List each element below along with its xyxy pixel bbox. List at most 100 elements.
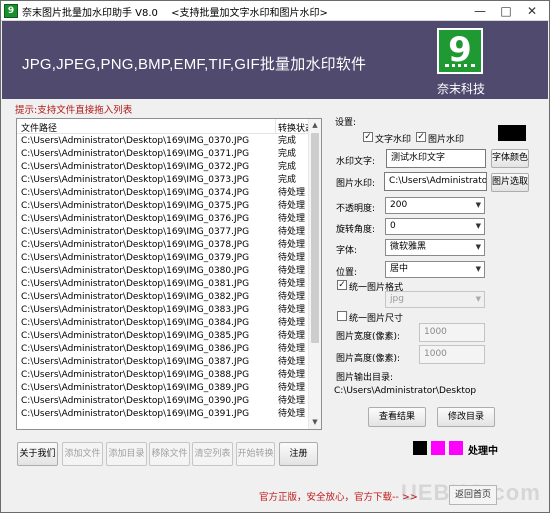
- height-label: 图片高度(像素):: [336, 354, 401, 364]
- file-path-cell: C:\Users\Administrator\Desktop\169\IMG_0…: [21, 331, 250, 341]
- status-cell: 待处理: [278, 292, 306, 302]
- table-row[interactable]: C:\Users\Administrator\Desktop\169\IMG_0…: [17, 304, 309, 317]
- clear-list-button[interactable]: 清空列表: [192, 442, 233, 466]
- scroll-down-arrow-icon[interactable]: ▼: [309, 416, 321, 429]
- file-path-cell: C:\Users\Administrator\Desktop\169\IMG_0…: [21, 396, 250, 406]
- start-convert-button[interactable]: 开始转换: [236, 442, 275, 466]
- status-cell: 待处理: [278, 188, 306, 198]
- height-input[interactable]: 1000: [419, 345, 485, 364]
- banner-heading: JPG,JPEG,PNG,BMP,EMF,TIF,GIF批量加水印软件: [22, 56, 367, 73]
- output-dir-label: 图片输出目录:: [336, 373, 394, 383]
- window-title: 奈末图片批量加水印助手 V8.0 <支持批量加文字水印和图片水印>: [22, 8, 328, 19]
- file-path-cell: C:\Users\Administrator\Desktop\169\IMG_0…: [21, 214, 250, 224]
- header-banner: JPG,JPEG,PNG,BMP,EMF,TIF,GIF批量加水印软件 9 奈末…: [2, 21, 548, 99]
- output-dir-value[interactable]: C:\Users\Administrator\Desktop: [332, 383, 528, 402]
- opacity-select[interactable]: 200 ▼: [385, 197, 485, 214]
- back-home-button[interactable]: 返回首页: [449, 485, 497, 505]
- maximize-button[interactable]: □: [495, 3, 517, 19]
- table-row[interactable]: C:\Users\Administrator\Desktop\169\IMG_0…: [17, 161, 309, 174]
- text-watermark-checkbox[interactable]: ✓: [363, 132, 373, 142]
- table-row[interactable]: C:\Users\Administrator\Desktop\169\IMG_0…: [17, 135, 309, 148]
- table-row[interactable]: C:\Users\Administrator\Desktop\169\IMG_0…: [17, 174, 309, 187]
- file-path-cell: C:\Users\Administrator\Desktop\169\IMG_0…: [21, 266, 250, 276]
- table-row[interactable]: C:\Users\Administrator\Desktop\169\IMG_0…: [17, 330, 309, 343]
- add-directory-button[interactable]: 添加目录: [106, 442, 147, 466]
- unify-format-checkbox[interactable]: ✓: [337, 280, 347, 290]
- title-bar: 9 奈末图片批量加水印助手 V8.0 <支持批量加文字水印和图片水印> — □ …: [1, 1, 549, 21]
- table-row[interactable]: C:\Users\Administrator\Desktop\169\IMG_0…: [17, 200, 309, 213]
- table-row[interactable]: C:\Users\Administrator\Desktop\169\IMG_0…: [17, 278, 309, 291]
- chevron-down-icon: ▼: [475, 243, 481, 251]
- image-pick-button[interactable]: 图片选取: [491, 173, 529, 192]
- image-watermark-path-input[interactable]: C:\Users\Administrator\: [384, 172, 487, 191]
- file-list-scrollbar[interactable]: ▲ ▼: [308, 119, 321, 429]
- font-color-button[interactable]: 字体颜色: [491, 149, 529, 168]
- position-select[interactable]: 居中 ▼: [385, 261, 485, 278]
- status-cell: 待处理: [278, 266, 306, 276]
- width-label: 图片宽度(像素):: [336, 332, 401, 342]
- drag-hint: 提示:支持文件直接拖入列表: [15, 105, 133, 116]
- status-cell: 待处理: [278, 409, 306, 419]
- close-button[interactable]: ✕: [521, 3, 543, 19]
- column-divider[interactable]: [275, 119, 276, 134]
- settings-group: 设置: ✓ 文字水印 ✓ 图片水印 水印文字: 测试水印文字 字体颜色 图片水印…: [332, 115, 529, 405]
- app-icon: 9: [4, 4, 18, 18]
- status-cell: 待处理: [278, 253, 306, 263]
- status-cell: 完成: [278, 149, 297, 159]
- table-row[interactable]: C:\Users\Administrator\Desktop\169\IMG_0…: [17, 226, 309, 239]
- file-path-cell: C:\Users\Administrator\Desktop\169\IMG_0…: [21, 305, 250, 315]
- remove-file-button[interactable]: 移除文件: [149, 442, 190, 466]
- settings-title: 设置:: [335, 118, 357, 128]
- table-row[interactable]: C:\Users\Administrator\Desktop\169\IMG_0…: [17, 408, 309, 421]
- table-row[interactable]: C:\Users\Administrator\Desktop\169\IMG_0…: [17, 252, 309, 265]
- status-cell: 完成: [278, 136, 297, 146]
- image-watermark-label[interactable]: 图片水印: [428, 132, 464, 145]
- status-square-black: [413, 441, 427, 455]
- table-row[interactable]: C:\Users\Administrator\Desktop\169\IMG_0…: [17, 369, 309, 382]
- position-value: 居中: [390, 264, 409, 274]
- text-watermark-input[interactable]: 测试水印文字: [386, 149, 486, 168]
- status-cell: 待处理: [278, 279, 306, 289]
- modify-directory-button[interactable]: 修改目录: [437, 407, 495, 427]
- view-result-button[interactable]: 查看结果: [368, 407, 426, 427]
- scroll-up-arrow-icon[interactable]: ▲: [309, 119, 321, 132]
- unify-size-label[interactable]: 统一图片尺寸: [349, 311, 403, 324]
- image-watermark-checkbox[interactable]: ✓: [416, 132, 426, 142]
- column-header-status[interactable]: 转换状态: [278, 121, 309, 134]
- text-watermark-label[interactable]: 文字水印: [375, 132, 411, 145]
- table-row[interactable]: C:\Users\Administrator\Desktop\169\IMG_0…: [17, 187, 309, 200]
- status-square-magenta: [449, 441, 463, 455]
- minimize-button[interactable]: —: [469, 3, 491, 19]
- table-row[interactable]: C:\Users\Administrator\Desktop\169\IMG_0…: [17, 265, 309, 278]
- rotation-select[interactable]: 0 ▼: [385, 218, 485, 235]
- scroll-thumb[interactable]: [311, 133, 319, 343]
- file-path-cell: C:\Users\Administrator\Desktop\169\IMG_0…: [21, 188, 250, 198]
- register-button[interactable]: 注册: [279, 442, 318, 466]
- logo-dots-icon: [445, 64, 475, 67]
- file-path-cell: C:\Users\Administrator\Desktop\169\IMG_0…: [21, 344, 250, 354]
- table-row[interactable]: C:\Users\Administrator\Desktop\169\IMG_0…: [17, 239, 309, 252]
- table-row[interactable]: C:\Users\Administrator\Desktop\169\IMG_0…: [17, 382, 309, 395]
- add-file-button[interactable]: 添加文件: [62, 442, 103, 466]
- rotation-value: 0: [390, 221, 396, 231]
- table-row[interactable]: C:\Users\Administrator\Desktop\169\IMG_0…: [17, 395, 309, 408]
- opacity-value: 200: [390, 200, 408, 210]
- chevron-down-icon: ▼: [475, 265, 481, 273]
- chevron-down-icon: ▼: [475, 201, 481, 209]
- width-input[interactable]: 1000: [419, 323, 485, 342]
- format-select[interactable]: jpg ▼: [385, 291, 485, 308]
- status-cell: 待处理: [278, 357, 306, 367]
- table-row[interactable]: C:\Users\Administrator\Desktop\169\IMG_0…: [17, 343, 309, 356]
- table-row[interactable]: C:\Users\Administrator\Desktop\169\IMG_0…: [17, 213, 309, 226]
- file-list[interactable]: 文件路径 转换状态 C:\Users\Administrator\Desktop…: [16, 118, 322, 430]
- unify-size-checkbox[interactable]: [337, 311, 347, 321]
- official-download-link[interactable]: 官方正版，安全放心，官方下载-- >>: [259, 489, 418, 503]
- table-row[interactable]: C:\Users\Administrator\Desktop\169\IMG_0…: [17, 148, 309, 161]
- table-row[interactable]: C:\Users\Administrator\Desktop\169\IMG_0…: [17, 356, 309, 369]
- font-color-swatch: [498, 125, 526, 141]
- column-header-path[interactable]: 文件路径: [21, 121, 57, 134]
- font-select[interactable]: 微软雅黑 ▼: [385, 239, 485, 256]
- table-row[interactable]: C:\Users\Administrator\Desktop\169\IMG_0…: [17, 291, 309, 304]
- about-button[interactable]: 关于我们: [17, 442, 58, 466]
- table-row[interactable]: C:\Users\Administrator\Desktop\169\IMG_0…: [17, 317, 309, 330]
